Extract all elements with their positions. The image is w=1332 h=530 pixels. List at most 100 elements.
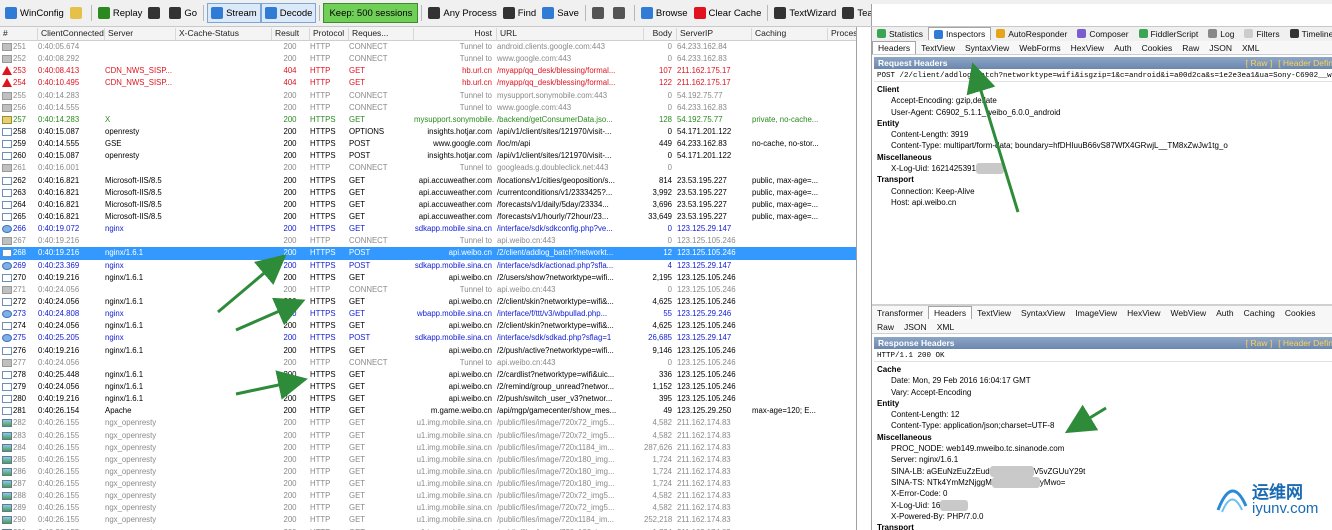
tab-headers[interactable]: Headers xyxy=(927,306,973,319)
table-row[interactable]: 277 0:40:24.056 200 HTTP CONNECT Tunnel to api… xyxy=(0,357,856,369)
tab-auth[interactable]: Auth xyxy=(1211,306,1239,319)
header-entry[interactable]: Vary: Accept-Encoding xyxy=(877,387,1327,398)
column-header-4[interactable]: Result xyxy=(272,28,310,40)
toolbar-any-process-button[interactable]: Any Process xyxy=(425,3,499,23)
header-definitions-link[interactable]: [ Header Defin xyxy=(1278,338,1332,348)
column-header-2[interactable]: Server xyxy=(105,28,176,40)
table-row[interactable]: 255 0:40:14.283 200 HTTP CONNECT Tunnel to mys… xyxy=(0,90,856,102)
table-row[interactable]: 269 0:40:23.369 nginx 200 HTTPS POST sdkapp.mo… xyxy=(0,260,856,272)
table-row[interactable]: 289 0:40:26.155 ngx_openresty 200 HTTP GET u1.… xyxy=(0,502,856,514)
table-row[interactable]: 271 0:40:24.056 200 HTTP CONNECT Tunnel to api… xyxy=(0,284,856,296)
table-row[interactable]: 253 0:40:08.413 CDN_NWS_SISP... 404 HTTP GET h… xyxy=(0,65,856,77)
tab-webview[interactable]: WebView xyxy=(1166,306,1212,319)
toolbar-save-button[interactable]: Save xyxy=(539,3,582,23)
header-entry[interactable]: Server: nginx/1.6.1 xyxy=(877,454,1327,465)
tab-log[interactable]: Log xyxy=(1203,27,1239,40)
header-group-transport[interactable]: Transport xyxy=(877,174,1327,185)
header-entry[interactable]: Content-Type: application/json;charset=U… xyxy=(877,420,1327,431)
tab-textview[interactable]: TextView xyxy=(916,41,960,54)
column-header-9[interactable]: Body xyxy=(644,28,677,40)
column-header-8[interactable]: URL xyxy=(497,28,644,40)
tab-json[interactable]: JSON xyxy=(899,320,932,333)
toolbar-browse-button[interactable]: Browse xyxy=(638,3,691,23)
table-row[interactable]: 266 0:40:19.072 nginx 200 HTTPS GET sdkapp.mob… xyxy=(0,223,856,235)
table-row[interactable]: 2910:40:26.155ngx_openresty 200HTTPGETu1.… xyxy=(0,527,856,530)
tab-xml[interactable]: XML xyxy=(1237,41,1264,54)
table-row[interactable]: 272 0:40:24.056 nginx/1.6.1 200 HTTPS GET api.… xyxy=(0,296,856,308)
tab-cookies[interactable]: Cookies xyxy=(1280,306,1321,319)
header-group-cache[interactable]: Cache xyxy=(877,364,1327,375)
table-row[interactable]: 262 0:40:16.821 Microsoft-IIS/8.5 200 HTTPS G… xyxy=(0,175,856,187)
header-entry[interactable]: User-Agent: C6902_5.1.1_weibo_6.0.0_andr… xyxy=(877,107,1327,118)
table-row[interactable]: 276 0:40:19.216 nginx/1.6.1 200 HTTPS GET api.… xyxy=(0,345,856,357)
table-row[interactable]: 261 0:40:16.001 200 HTTP CONNECT Tunnel to goo… xyxy=(0,162,856,174)
table-row[interactable]: 282 0:40:26.155 ngx_openresty 200 HTTP GET u1.… xyxy=(0,417,856,429)
toolbar-remove-x-button[interactable] xyxy=(145,3,166,23)
header-group-miscellaneous[interactable]: Miscellaneous xyxy=(877,432,1327,443)
tab-textview[interactable]: TextView xyxy=(972,306,1016,319)
tab-imageview[interactable]: ImageView xyxy=(1070,306,1122,319)
toolbar-camera-button[interactable] xyxy=(589,3,610,23)
header-entry[interactable]: Host: api.weibo.cn xyxy=(877,197,1327,208)
table-row[interactable]: 280 0:40:19.216 nginx/1.6.1 200 HTTPS GET api.… xyxy=(0,393,856,405)
header-entry[interactable]: Connection: Keep-Alive xyxy=(877,186,1327,197)
tab-json[interactable]: JSON xyxy=(1204,41,1237,54)
header-group-client[interactable]: Client xyxy=(877,84,1327,95)
table-row[interactable]: 257 0:40:14.283 X 200 HTTPS GET mysupport.sony… xyxy=(0,114,856,126)
table-row[interactable]: 286 0:40:26.155 ngx_openresty 200 HTTP GET u1.… xyxy=(0,466,856,478)
session-rows[interactable]: 251 0:40:05.674 200 HTTP CONNECT Tunnel to and… xyxy=(0,41,856,530)
table-row[interactable]: 263 0:40:16.821 Microsoft-IIS/8.5 200 HTTPS G… xyxy=(0,187,856,199)
toolbar-replay-button[interactable]: Replay xyxy=(95,3,146,23)
table-row[interactable]: 279 0:40:24.056 nginx/1.6.1 200 HTTPS GET api.… xyxy=(0,381,856,393)
column-header-3[interactable]: X-Cache-Status xyxy=(176,28,272,40)
toolbar-stream-button[interactable]: Stream xyxy=(207,3,261,23)
tab-cookies[interactable]: Cookies xyxy=(1137,41,1178,54)
table-row[interactable]: 259 0:40:14.555 GSE 200 HTTPS POST www.google.… xyxy=(0,138,856,150)
tab-filters[interactable]: Filters xyxy=(1239,27,1284,40)
toolbar-comment-button[interactable] xyxy=(67,3,88,23)
table-row[interactable]: 256 0:40:14.555 200 HTTP CONNECT Tunnel to www… xyxy=(0,102,856,114)
header-entry[interactable]: Accept-Encoding: gzip,deflate xyxy=(877,95,1327,106)
header-entry[interactable]: Content-Length: 12 xyxy=(877,409,1327,420)
table-row[interactable]: 281 0:40:26.154 Apache 200 HTTP GET m.game.wei… xyxy=(0,405,856,417)
column-header-0[interactable]: # xyxy=(0,28,38,40)
tab-hexview[interactable]: HexView xyxy=(1122,306,1165,319)
toolbar-find-button[interactable]: Find xyxy=(500,3,539,23)
table-row[interactable]: 267 0:40:19.216 200 HTTP CONNECT Tunnel to api… xyxy=(0,235,856,247)
toolbar-keep-500-sessions-button[interactable]: Keep: 500 sessions xyxy=(323,3,419,23)
table-row[interactable]: 270 0:40:19.216 nginx/1.6.1 200 HTTPS GET api.… xyxy=(0,272,856,284)
column-header-12[interactable]: Proces xyxy=(828,28,856,40)
table-row[interactable]: 284 0:40:26.155 ngx_openresty 200 HTTP GET u1.… xyxy=(0,442,856,454)
header-definitions-link[interactable]: [ Header Defin xyxy=(1278,58,1332,68)
table-row[interactable]: 254 0:40:10.495 CDN_NWS_SISP... 404 HTTP GET h… xyxy=(0,77,856,89)
header-group-entity[interactable]: Entity xyxy=(877,118,1327,129)
tab-inspectors[interactable]: Inspectors xyxy=(928,27,992,40)
column-header-10[interactable]: ServerIP xyxy=(677,28,752,40)
table-row[interactable]: 273 0:40:24.808 nginx 200 HTTPS GET wbapp.mobi… xyxy=(0,308,856,320)
tab-fiddlerscript[interactable]: FiddlerScript xyxy=(1134,27,1204,40)
header-entry[interactable]: Date: Mon, 29 Feb 2016 16:04:17 GMT xyxy=(877,375,1327,386)
header-entry[interactable]: X-Log-Uid: 1621425391xxxxxxx xyxy=(877,163,1327,175)
tab-caching[interactable]: Caching xyxy=(1239,306,1280,319)
table-row[interactable]: 288 0:40:26.155 ngx_openresty 200 HTTP GET u1.… xyxy=(0,490,856,502)
table-row[interactable]: 264 0:40:16.821 Microsoft-IIS/8.5 200 HTTPS G… xyxy=(0,199,856,211)
table-row[interactable]: 265 0:40:16.821 Microsoft-IIS/8.5 200 HTTPS G… xyxy=(0,211,856,223)
tab-raw[interactable]: Raw xyxy=(1177,41,1204,54)
tab-auth[interactable]: Auth xyxy=(1109,41,1137,54)
tab-transformer[interactable]: Transformer xyxy=(872,306,928,319)
table-row[interactable]: 278 0:40:25.448 nginx/1.6.1 200 HTTPS GET api.… xyxy=(0,369,856,381)
table-row[interactable]: 251 0:40:05.674 200 HTTP CONNECT Tunnel to and… xyxy=(0,41,856,53)
header-group-entity[interactable]: Entity xyxy=(877,398,1327,409)
toolbar-timer-button[interactable] xyxy=(610,3,631,23)
tab-syntaxview[interactable]: SyntaxView xyxy=(960,41,1014,54)
toolbar-textwizard-button[interactable]: TextWizard xyxy=(771,3,839,23)
table-row[interactable]: 275 0:40:25.205 nginx 200 HTTPS POST sdkapp.mo… xyxy=(0,332,856,344)
tab-timeline[interactable]: Timeline xyxy=(1285,27,1332,40)
table-row[interactable]: 285 0:40:26.155 ngx_openresty 200 HTTP GET u1.… xyxy=(0,454,856,466)
tab-hexview[interactable]: HexView xyxy=(1066,41,1109,54)
table-row[interactable]: 290 0:40:26.155 ngx_openresty 200 HTTP GET u1.… xyxy=(0,514,856,526)
tab-composer[interactable]: Composer xyxy=(1072,27,1133,40)
column-header-1[interactable]: ClientConnected xyxy=(38,28,105,40)
table-row[interactable]: 274 0:40:24.056 nginx/1.6.1 200 HTTPS GET api.… xyxy=(0,320,856,332)
tab-statistics[interactable]: Statistics xyxy=(872,27,928,40)
